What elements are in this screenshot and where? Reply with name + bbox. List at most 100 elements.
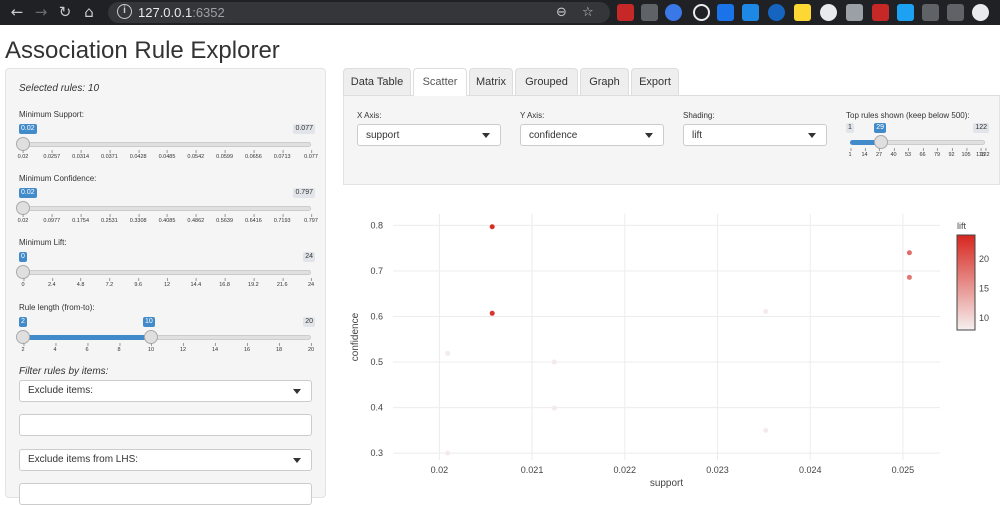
x-axis-select[interactable]: support <box>357 124 501 146</box>
min-lift-slider[interactable]: Minimum Lift: 0 24 0 2.4 4.8 7.2 9.6 12 14.4 16… <box>16 238 315 292</box>
slider-tick-label: 19.2 <box>248 278 259 288</box>
scatter-point[interactable] <box>763 427 769 433</box>
colorbar-tick-label: 15 <box>979 283 989 293</box>
slider-track[interactable] <box>23 142 311 147</box>
y-axis-select[interactable]: confidence <box>520 124 664 146</box>
slider-tick-label: 16.8 <box>219 278 230 288</box>
reading-list-icon[interactable] <box>947 4 964 21</box>
scatter-point[interactable] <box>445 450 451 456</box>
tab-grouped[interactable]: Grouped <box>515 68 578 95</box>
forward-icon[interactable]: → <box>32 3 50 21</box>
top-rules-label: Top rules shown (keep below 500): <box>846 111 970 120</box>
extensions-puzzle-icon[interactable] <box>922 4 939 21</box>
scatter-point[interactable] <box>489 310 495 316</box>
scatter-point[interactable] <box>906 250 912 256</box>
slider-value-badge: 0 <box>19 252 27 262</box>
slider-max-badge: 20 <box>303 317 315 327</box>
extension-code-icon[interactable] <box>641 4 658 21</box>
scatter-point[interactable] <box>551 359 557 365</box>
rule-length-slider[interactable]: Rule length (from-to): 2 10 20 2 4 6 8 10 12 1… <box>16 303 315 357</box>
slider-tick-label: 18 <box>276 343 282 353</box>
slider-handle[interactable] <box>874 135 889 149</box>
scatter-point[interactable] <box>489 224 495 230</box>
min-support-slider[interactable]: Minimum Support: 0.02 0.077 0.02 0.0257 0.… <box>16 110 318 164</box>
slider-track[interactable] <box>23 206 311 211</box>
twitter-icon[interactable] <box>897 4 914 21</box>
slider-max-badge: 122 <box>973 123 989 133</box>
bookmark-star-icon[interactable]: ☆ <box>582 5 594 20</box>
extension-warning-icon[interactable] <box>794 4 811 21</box>
tab-scatter[interactable]: Scatter <box>413 68 467 96</box>
slider-handle[interactable] <box>16 201 30 215</box>
tab-matrix[interactable]: Matrix <box>469 68 513 95</box>
extension-clock-icon[interactable] <box>820 4 837 21</box>
extension-camera-icon[interactable] <box>846 4 863 21</box>
colorbar <box>956 234 976 331</box>
y-tick-label: 0.3 <box>370 448 383 458</box>
y-tick-label: 0.6 <box>370 312 383 322</box>
slider-handle[interactable] <box>16 137 30 151</box>
scatter-controls: X Axis: support Y Axis: confidence Shadi… <box>343 96 1000 185</box>
top-rules-slider[interactable]: 1 29 122 1 14 27 40 53 66 79 92 105 118 122 <box>846 123 990 177</box>
home-icon[interactable]: ⌂ <box>80 3 98 21</box>
reload-icon[interactable]: ↻ <box>56 3 74 21</box>
slider-tick-label: 0.0371 <box>101 150 118 160</box>
chevron-down-icon <box>293 389 301 394</box>
extension-shield-icon[interactable] <box>617 4 634 21</box>
scatter-point[interactable] <box>906 274 912 280</box>
zoom-icon[interactable]: ⊖ <box>556 5 567 20</box>
slider-tick-label: 1 <box>848 148 852 158</box>
chevron-down-icon <box>808 133 816 138</box>
slider-track[interactable] <box>23 270 311 275</box>
scatter-point[interactable] <box>763 308 769 314</box>
slider-ticks: 2 4 6 8 10 12 14 16 18 20 <box>21 343 314 357</box>
extension-search-icon[interactable] <box>693 4 710 21</box>
slider-tick-label: 20 <box>308 343 314 353</box>
extension-translate-icon[interactable] <box>742 4 759 21</box>
x-axis-label: X Axis: <box>357 111 382 120</box>
slider-to-badge: 10 <box>142 317 155 327</box>
exclude-lhs-select[interactable]: Exclude items from LHS: <box>19 449 312 471</box>
slider-tick-label: 0.2531 <box>101 214 118 224</box>
scatter-point[interactable] <box>551 405 557 411</box>
exclude-items-input[interactable] <box>19 414 312 436</box>
slider-handle[interactable] <box>16 330 30 344</box>
slider-tick-label: 0.0542 <box>187 150 204 160</box>
slider-tick-label: 0.1754 <box>72 214 89 224</box>
slider-tick-label: 27 <box>876 148 882 158</box>
tab-graph[interactable]: Graph <box>580 68 629 95</box>
chevron-down-icon <box>482 133 490 138</box>
slider-tick-label: 0.077 <box>304 150 318 160</box>
shading-select[interactable]: lift <box>683 124 827 146</box>
extension-blue-icon[interactable] <box>717 4 734 21</box>
filter-heading: Filter rules by items: <box>19 366 109 377</box>
slider-tick-label: 14.4 <box>190 278 201 288</box>
extension-tag-icon[interactable] <box>768 4 785 21</box>
tab-export[interactable]: Export <box>631 68 679 95</box>
address-bar[interactable]: i 127.0.0.1:6352 ⊖ ☆ <box>108 2 610 23</box>
min-confidence-slider[interactable]: Minimum Confidence: 0.02 0.797 0.02 0.097… <box>16 174 318 228</box>
x-axis-title: support <box>650 478 684 488</box>
profile-avatar-icon[interactable] <box>972 4 989 21</box>
extension-globe-icon[interactable] <box>665 4 682 21</box>
y-tick-label: 0.7 <box>370 266 383 276</box>
exclude-items-select[interactable]: Exclude items: <box>19 380 312 402</box>
tab-data-table[interactable]: Data Table <box>343 68 411 95</box>
site-info-icon[interactable]: i <box>117 4 132 19</box>
extension-red-icon[interactable] <box>872 4 889 21</box>
shading-value: lift <box>692 130 702 141</box>
scatter-chart-svg[interactable]: 0.02 0.021 0.022 0.023 0.024 0.025 0.3 0.4 0.5 0.… <box>343 200 1000 489</box>
slider-handle[interactable] <box>16 265 30 279</box>
scatter-plot[interactable]: 0.02 0.021 0.022 0.023 0.024 0.025 0.3 0.4 0.5 0.… <box>343 200 1000 489</box>
scatter-point[interactable] <box>445 350 451 356</box>
slider-tick-label: 66 <box>919 148 926 158</box>
slider-handle-to[interactable] <box>143 330 158 344</box>
slider-tick-label: 12 <box>180 343 186 353</box>
back-icon[interactable]: ← <box>8 3 26 21</box>
slider-tick-label: 0.02 <box>18 214 28 224</box>
slider-tick-label: 9.6 <box>134 278 142 288</box>
url-text[interactable]: 127.0.0.1:6352 <box>138 5 225 20</box>
x-tick-label: 0.024 <box>799 465 822 475</box>
exclude-lhs-input[interactable] <box>19 483 312 505</box>
slider-max-badge: 0.797 <box>293 188 315 198</box>
